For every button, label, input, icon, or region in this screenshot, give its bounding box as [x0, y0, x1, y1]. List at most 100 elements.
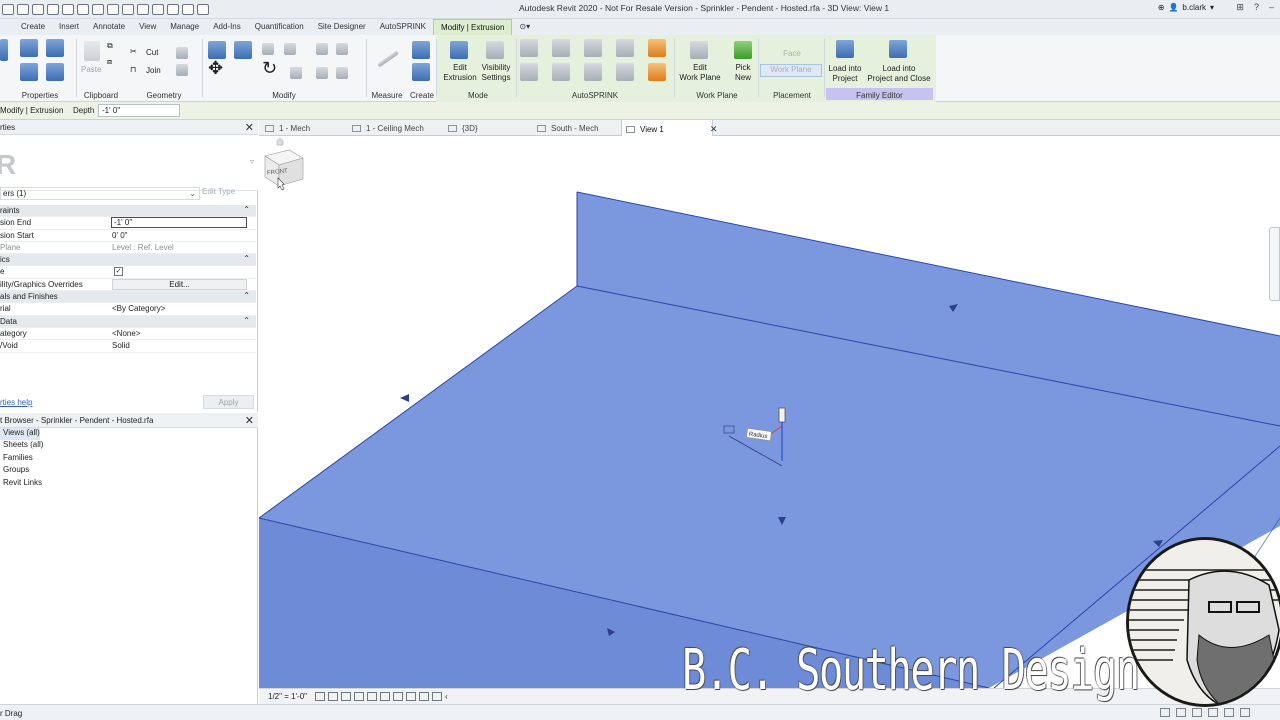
autosprink-grid-icon[interactable]	[520, 39, 538, 57]
show-crop-icon[interactable]	[380, 692, 390, 701]
align-icon[interactable]	[208, 41, 226, 59]
tab-autosprink[interactable]: AutoSPRINK	[373, 19, 433, 35]
tab-south-mech[interactable]: South - Mech	[537, 120, 599, 136]
match-icon[interactable]: ⧈	[107, 57, 112, 67]
autosprink-section-icon[interactable]	[616, 63, 634, 81]
split-icon[interactable]	[316, 67, 328, 79]
tab-create[interactable]: Create	[14, 19, 52, 35]
close-icon[interactable]: ✕	[245, 121, 254, 134]
load-close-label-1[interactable]: Load into	[866, 64, 932, 74]
extrusion-start-value[interactable]: 0' 0"	[112, 231, 128, 240]
tab-1-ceiling-mech[interactable]: 1 - Ceiling Mech	[352, 120, 424, 136]
solid-void-value[interactable]: Solid	[112, 341, 130, 350]
tab-1-mech[interactable]: 1 - Mech	[265, 120, 310, 136]
measure-icon[interactable]	[377, 50, 399, 68]
tree-item-families[interactable]: Families	[0, 453, 43, 465]
load-into-project-label-1[interactable]: Load into	[826, 64, 864, 74]
mirror-draw-icon[interactable]	[284, 43, 296, 55]
help-icon[interactable]: ?	[1254, 2, 1259, 13]
select-underlay-icon[interactable]	[1176, 708, 1186, 717]
load-close-icon[interactable]	[889, 40, 907, 58]
analytical-model-icon[interactable]	[432, 692, 442, 701]
detail-level-icon[interactable]	[315, 692, 325, 701]
depth-input[interactable]: -1' 0"	[98, 104, 180, 117]
edit-extrusion-label-2[interactable]: Extrusion	[442, 73, 478, 83]
trim-icon[interactable]	[290, 67, 302, 79]
rotate-icon[interactable]: ↻	[262, 59, 277, 77]
edit-extrusion-icon[interactable]	[450, 41, 468, 59]
cart-icon[interactable]: ⊞	[1236, 2, 1244, 13]
text-icon[interactable]	[122, 4, 134, 15]
create-similar-icon[interactable]	[412, 41, 430, 59]
file-tab[interactable]	[0, 19, 14, 35]
edit-work-plane-icon[interactable]	[690, 41, 708, 59]
properties-help-link[interactable]: rties help	[0, 398, 32, 407]
filter-icon[interactable]	[1240, 708, 1250, 717]
3d-view-icon[interactable]	[137, 4, 149, 15]
edit-work-plane-label-2[interactable]: Work Plane	[676, 73, 724, 83]
pick-new-label-1[interactable]: Pick	[728, 63, 758, 73]
chevron-left-icon[interactable]: ‹	[445, 692, 455, 701]
chevron-down-icon[interactable]: ▿	[250, 157, 254, 166]
visibility-overrides-edit-button[interactable]: Edit...	[112, 278, 247, 290]
dimension-icon[interactable]	[107, 4, 119, 15]
edit-type-button[interactable]: Edit Type	[202, 187, 235, 196]
close-icon[interactable]: ✕	[245, 414, 254, 427]
visible-checkbox[interactable]: ✓	[114, 267, 123, 277]
section-icon[interactable]	[152, 4, 164, 15]
mirror-axis-icon[interactable]	[262, 43, 274, 55]
tab-modify-extrusion[interactable]: Modify | Extrusion	[432, 19, 513, 35]
tree-item-groups[interactable]: Groups	[0, 465, 43, 477]
autosprink-pipe-icon[interactable]	[552, 63, 570, 81]
redo-icon[interactable]	[62, 4, 74, 15]
view-scale[interactable]: 1/2" = 1'-0"	[268, 692, 307, 701]
visibility-settings-icon[interactable]	[486, 41, 504, 59]
modify-icon[interactable]	[0, 39, 8, 61]
type-selector-preview[interactable]: R ▿	[0, 135, 258, 191]
select-pinned-icon[interactable]	[1192, 708, 1202, 717]
work-plane-button[interactable]: Work Plane	[760, 64, 822, 77]
category-constraints[interactable]: raints ⌃	[0, 205, 256, 218]
cut-icon[interactable]: ✂	[130, 47, 137, 57]
autosprink-rotate-icon[interactable]	[616, 39, 634, 57]
home-icon[interactable]	[276, 137, 284, 146]
lock-3d-icon[interactable]	[393, 692, 403, 701]
tab-insert[interactable]: Insert	[52, 19, 86, 35]
autosprink-filter-icon[interactable]	[520, 63, 538, 81]
material-value[interactable]: <By Category>	[112, 304, 165, 313]
undo-icon[interactable]	[47, 4, 59, 15]
tab-quantification[interactable]: Quantification	[248, 19, 311, 35]
create-group-icon[interactable]	[412, 63, 430, 81]
cut-label[interactable]: Cut	[146, 48, 158, 58]
join-icon[interactable]: ⊓	[130, 65, 136, 75]
tree-item-sheets[interactable]: Sheets (all)	[0, 440, 43, 452]
tab-view-1[interactable]: View 1 ✕	[621, 120, 717, 136]
category-materials[interactable]: als and Finishes ⌃	[0, 291, 256, 304]
offset-icon[interactable]	[234, 41, 252, 59]
visual-style-icon[interactable]	[328, 692, 338, 701]
minimize-icon[interactable]: –	[1269, 2, 1274, 13]
binoculars-icon[interactable]: ⊕	[1158, 3, 1165, 12]
scale-icon[interactable]	[336, 67, 348, 79]
autosprink-zoom-icon[interactable]	[552, 39, 570, 57]
category-icon[interactable]	[46, 63, 64, 81]
extrusion-end-input[interactable]: -1' 0"	[111, 217, 247, 229]
open-icon[interactable]	[2, 4, 14, 15]
type-properties-icon[interactable]	[46, 39, 64, 57]
tree-item-views[interactable]: Views (all)	[0, 428, 40, 441]
user-menu[interactable]: ⊕ 👤 b.clark ▾	[1158, 3, 1214, 12]
switch-windows-icon[interactable]	[197, 4, 209, 15]
tab-site-designer[interactable]: Site Designer	[311, 19, 373, 35]
thin-lines-icon[interactable]	[167, 4, 179, 15]
category-identity-data[interactable]: Data ⌃	[0, 315, 256, 328]
array-icon[interactable]	[336, 43, 348, 55]
sync-icon[interactable]	[32, 4, 44, 15]
visibility-label-1[interactable]: Visibility	[478, 63, 514, 73]
select-by-face-icon[interactable]	[1208, 708, 1218, 717]
edit-extrusion-label-1[interactable]: Edit	[442, 63, 478, 73]
pick-new-label-2[interactable]: New	[728, 73, 758, 83]
crop-view-icon[interactable]	[367, 692, 377, 701]
move-icon[interactable]: ✥	[208, 59, 223, 77]
drag-elements-icon[interactable]	[1224, 708, 1234, 717]
load-into-project-icon[interactable]	[836, 40, 854, 58]
